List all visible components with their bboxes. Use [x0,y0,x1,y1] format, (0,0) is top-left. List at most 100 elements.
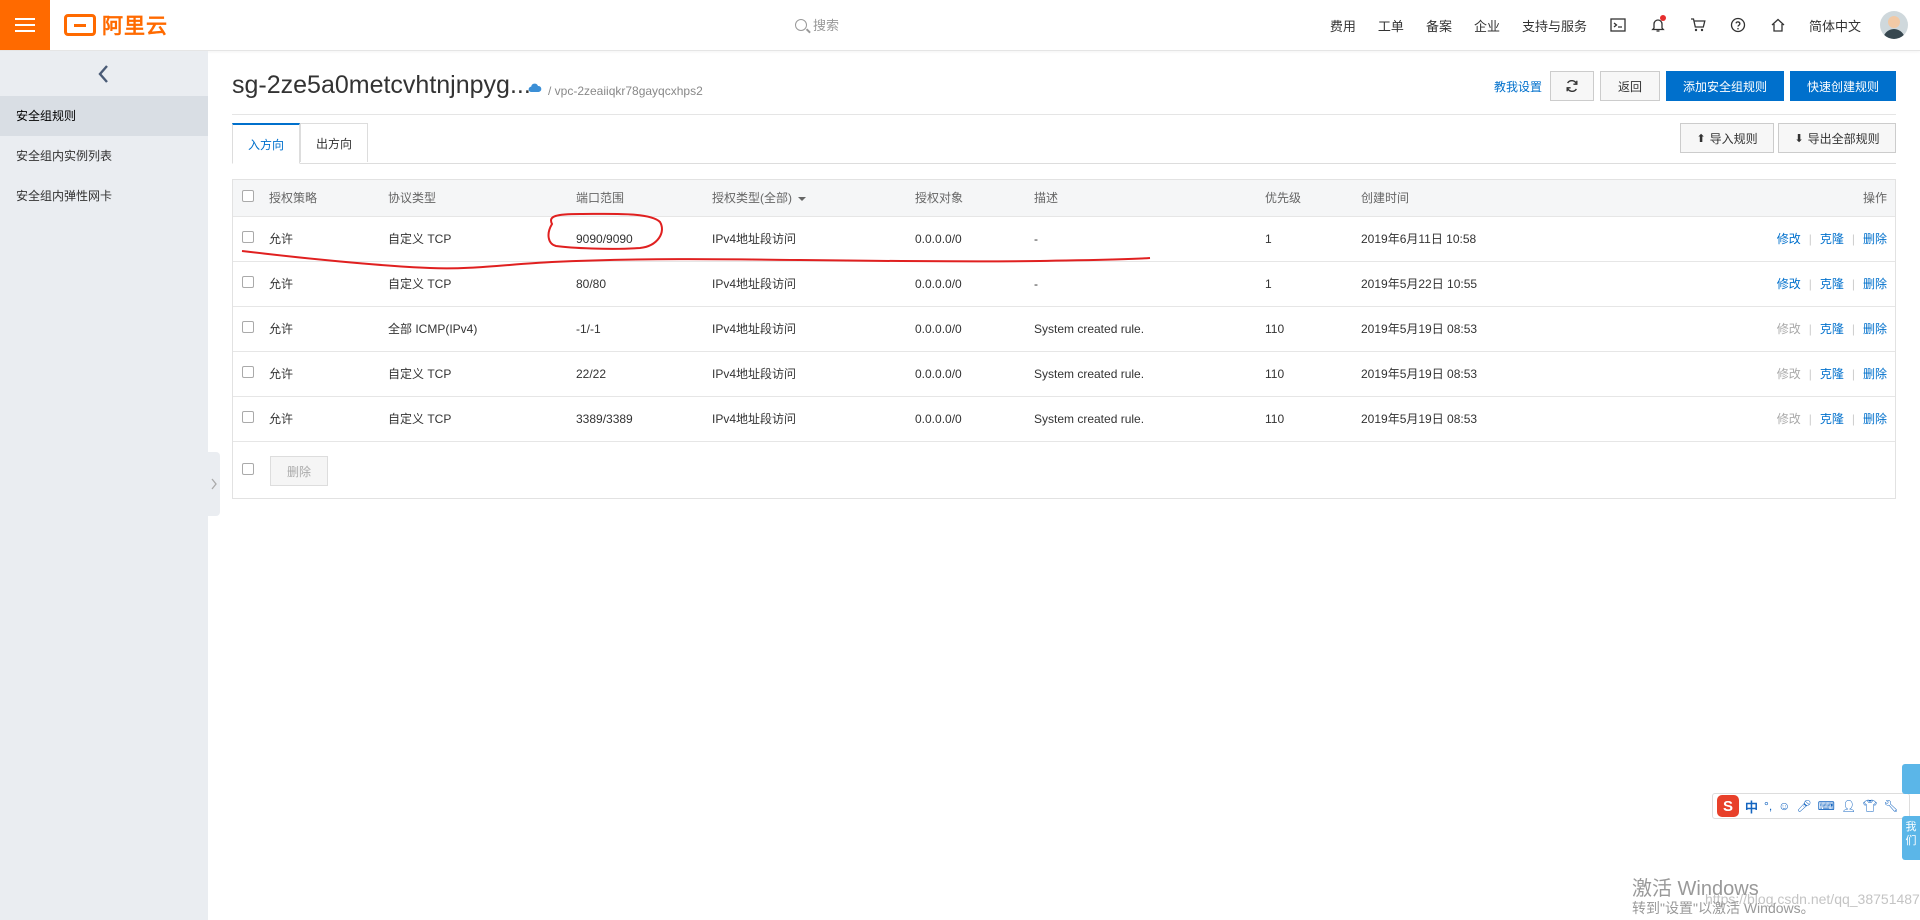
table-row: 允许 自定义 TCP 9090/9090 IPv4地址段访问 0.0.0.0/0 - 1 20… [233,216,1895,261]
menu-button[interactable] [0,0,50,50]
col-created-time: 创建时间 [1361,191,1410,206]
action-separator: | [1851,277,1855,291]
microphone-icon[interactable]: 🎤︎ [1796,799,1811,813]
action-separator: | [1851,322,1855,336]
avatar-head [1888,16,1900,28]
action-separator: | [1851,412,1855,427]
upload-icon: ⬆ [1696,132,1706,145]
nav-billing[interactable]: 费用 [1319,16,1367,35]
home-icon[interactable] [1758,0,1798,50]
cell-auth-type: IPv4地址段访问 [712,367,797,381]
ime-mode[interactable]: 中 [1745,797,1758,816]
cell-created-time: 2019年5月19日 08:53 [1361,412,1478,427]
nav-enterprise[interactable]: 企业 [1463,16,1511,35]
row-checkbox[interactable] [242,321,254,333]
shirt-icon[interactable]: 👕︎ [1862,799,1877,813]
col-auth-type-label: 授权类型(全部) [712,191,792,206]
cell-auth-type: IPv4地址段访问 [712,232,797,246]
sidebar: 安全组规则 安全组内实例列表 安全组内弹性网卡 [0,51,208,920]
import-rules-button[interactable]: ⬆ 导入规则 [1680,123,1774,153]
bell-icon[interactable] [1638,0,1678,50]
sidebar-item-instances[interactable]: 安全组内实例列表 [0,136,208,176]
ime-toolbar[interactable]: S 中 °, ☺ 🎤︎ ⌨ 👤︎ 👕︎ 🔧︎ [1712,793,1910,819]
edit-rule-link[interactable]: 修改 [1777,277,1801,291]
select-all-footer-checkbox[interactable] [242,463,254,475]
cell-priority: 1 [1265,276,1272,291]
action-separator: | [1851,367,1855,381]
nav-support[interactable]: 支持与服务 [1511,16,1598,35]
delete-rule-link[interactable]: 删除 [1863,367,1887,381]
col-auth-type[interactable]: 授权类型(全部) [712,180,915,216]
sidebar-back-button[interactable] [0,51,208,96]
delete-rule-link[interactable]: 删除 [1863,277,1887,291]
col-description: 描述 [1034,191,1059,206]
row-checkbox[interactable] [242,231,254,243]
ime-punctuation[interactable]: °, [1764,799,1772,813]
row-checkbox[interactable] [242,411,254,424]
vpc-breadcrumb[interactable]: / vpc-2zeaiiqkr78gayqcxhps2 [548,84,703,98]
clone-rule-link[interactable]: 克隆 [1820,367,1844,381]
tab-inbound[interactable]: 入方向 [232,123,300,164]
row-checkbox[interactable] [242,366,254,378]
quick-create-rule-button[interactable]: 快速创建规则 [1790,71,1896,101]
caret-down-icon[interactable] [798,197,806,202]
delete-rule-link[interactable]: 删除 [1863,412,1887,426]
clone-rule-link[interactable]: 克隆 [1820,277,1844,291]
edit-rule-link[interactable]: 修改 [1777,232,1801,246]
delete-rule-link[interactable]: 删除 [1863,322,1887,336]
cell-port-range: -1/-1 [576,321,601,336]
back-button[interactable]: 返回 [1600,71,1660,101]
cell-policy: 允许 [269,367,294,381]
cart-icon[interactable] [1678,0,1718,50]
sidebar-item-elastic-nics[interactable]: 安全组内弹性网卡 [0,176,208,216]
nav-icp-filing[interactable]: 备案 [1415,16,1463,35]
wrench-icon[interactable]: 🔧︎ [1883,799,1898,813]
clone-rule-link[interactable]: 克隆 [1820,322,1844,336]
action-separator: | [1808,412,1812,427]
sidebar-collapse-handle[interactable] [208,452,220,516]
nav-tickets[interactable]: 工单 [1367,16,1415,35]
avatar[interactable] [1880,11,1908,39]
cell-auth-target: 0.0.0.0/0 [915,366,962,381]
select-all-checkbox[interactable] [242,190,254,203]
emoji-icon[interactable]: ☺ [1778,799,1790,813]
aliyun-logo[interactable]: 阿里云 [64,11,168,39]
sidebar-item-security-group-rules[interactable]: 安全组规则 [0,96,208,136]
table-header: 授权策略 协议类型 端口范围 授权类型(全部) 授权对象 描述 优先级 创建时间… [233,180,1895,216]
help-icon[interactable] [1718,0,1758,50]
row-checkbox[interactable] [242,276,254,288]
sogou-ime-icon: S [1717,795,1739,817]
top-navbar: 阿里云 搜索 费用 工单 备案 企业 支持与服务 简体中文 [0,0,1920,51]
chevron-right-icon [211,478,217,490]
cell-actions: 修改 | 克隆 | 删除 [1581,216,1895,261]
cell-auth-type: IPv4地址段访问 [712,322,797,336]
cell-policy: 允许 [269,412,294,427]
cell-policy: 允许 [269,232,294,246]
add-rule-button[interactable]: 添加安全组规则 [1666,71,1784,101]
cell-description: - [1034,231,1038,246]
clone-rule-link[interactable]: 克隆 [1820,412,1844,426]
export-rules-button[interactable]: ⬇ 导出全部规则 [1778,123,1896,153]
col-port-range: 端口范围 [576,191,625,206]
language-switch[interactable]: 简体中文 [1798,16,1872,35]
user-icon[interactable]: 👤︎ [1841,799,1856,813]
table-row: 允许 全部 ICMP(IPv4) -1/-1 IPv4地址段访问 0.0.0.0/0 Sy… [233,306,1895,351]
search-placeholder: 搜索 [813,18,840,33]
bulk-delete-button[interactable]: 删除 [270,456,328,486]
keyboard-icon[interactable]: ⌨ [1818,799,1835,813]
tab-actions: ⬆ 导入规则 ⬇ 导出全部规则 [1680,123,1896,153]
cell-created-time: 2019年5月19日 08:53 [1361,322,1478,336]
cell-auth-target: 0.0.0.0/0 [915,411,962,426]
search-box[interactable]: 搜索 [795,15,839,34]
download-icon: ⬇ [1794,132,1804,145]
top-nav-right: 费用 工单 备案 企业 支持与服务 简体中文 [1319,0,1920,50]
side-tab-top[interactable] [1902,764,1920,794]
delete-rule-link[interactable]: 删除 [1863,232,1887,246]
cell-priority: 110 [1265,411,1285,426]
tab-outbound[interactable]: 出方向 [300,123,368,162]
terminal-icon[interactable] [1598,0,1638,50]
help-setup-link[interactable]: 教我设置 [1494,78,1542,95]
refresh-button[interactable] [1550,71,1594,101]
side-tab-contact[interactable]: 我们 [1902,816,1920,860]
clone-rule-link[interactable]: 克隆 [1820,232,1844,246]
